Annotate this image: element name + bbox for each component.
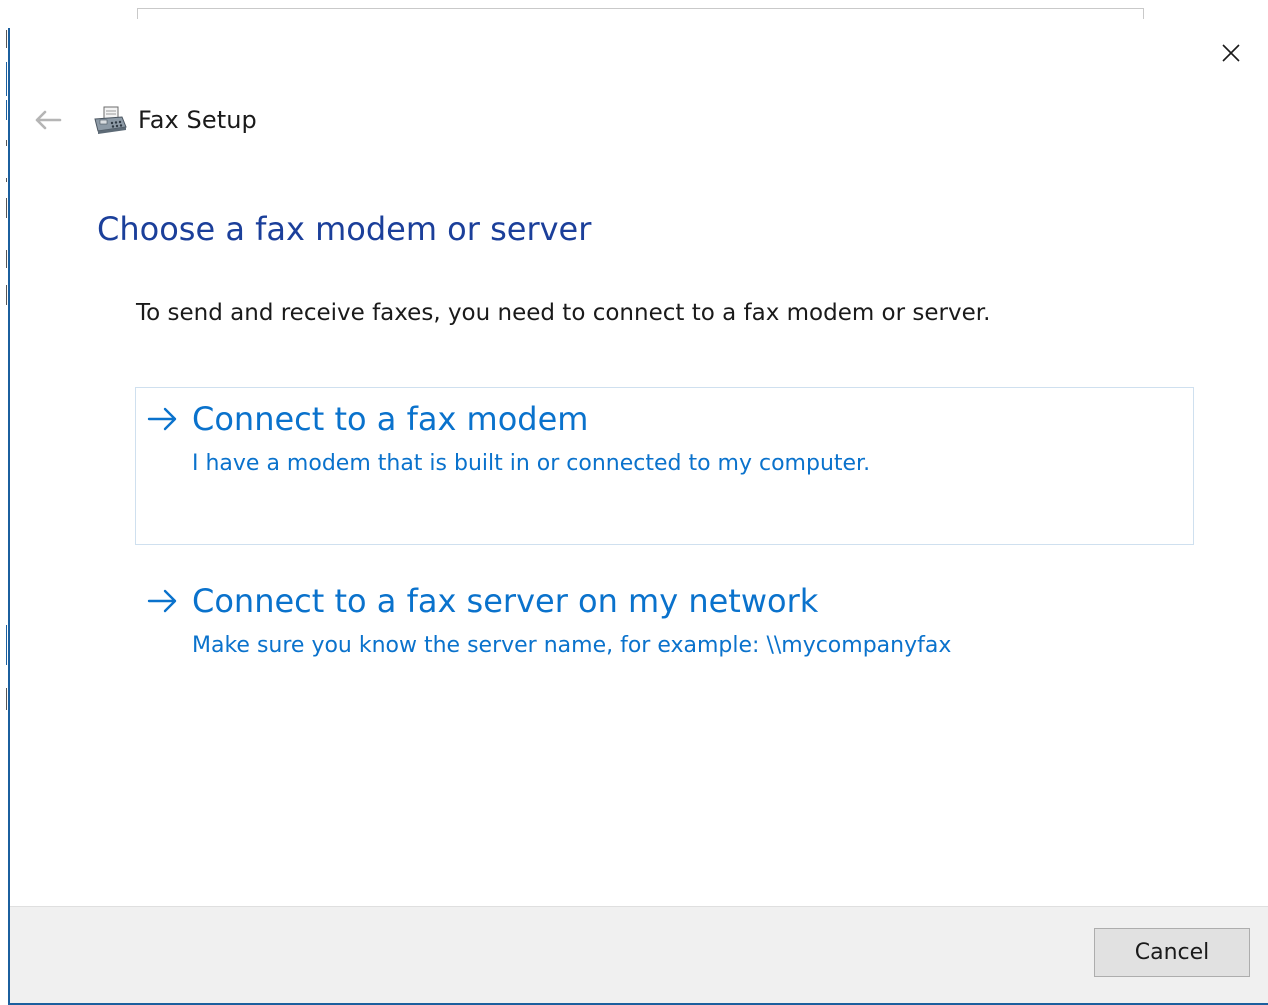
back-arrow-icon	[35, 110, 62, 130]
option-fax-modem[interactable]: Connect to a fax modem I have a modem th…	[135, 387, 1194, 545]
option-description: I have a modem that is built in or conne…	[192, 451, 871, 476]
dialog-header: Fax Setup	[30, 100, 257, 140]
dialog-footer: Cancel	[10, 906, 1268, 1003]
fax-setup-dialog: Fax Setup Choose a fax modem or server T…	[8, 28, 1268, 1005]
option-fax-server[interactable]: Connect to a fax server on my network Ma…	[135, 569, 1194, 727]
option-title: Connect to a fax modem	[192, 400, 589, 438]
close-icon	[1222, 44, 1240, 62]
intro-text: To send and receive faxes, you need to c…	[136, 300, 991, 326]
option-title: Connect to a fax server on my network	[192, 582, 819, 620]
arrow-right-icon	[147, 407, 177, 431]
window-title: Fax Setup	[138, 106, 257, 134]
arrow-right-icon	[147, 589, 177, 613]
cancel-button[interactable]: Cancel	[1094, 928, 1250, 977]
background-window-frame	[137, 8, 1144, 19]
close-button[interactable]	[1214, 38, 1248, 68]
fax-machine-icon	[94, 106, 127, 134]
option-description: Make sure you know the server name, for …	[192, 633, 952, 658]
page-heading: Choose a fax modem or server	[97, 210, 592, 248]
back-button[interactable]	[30, 106, 64, 134]
